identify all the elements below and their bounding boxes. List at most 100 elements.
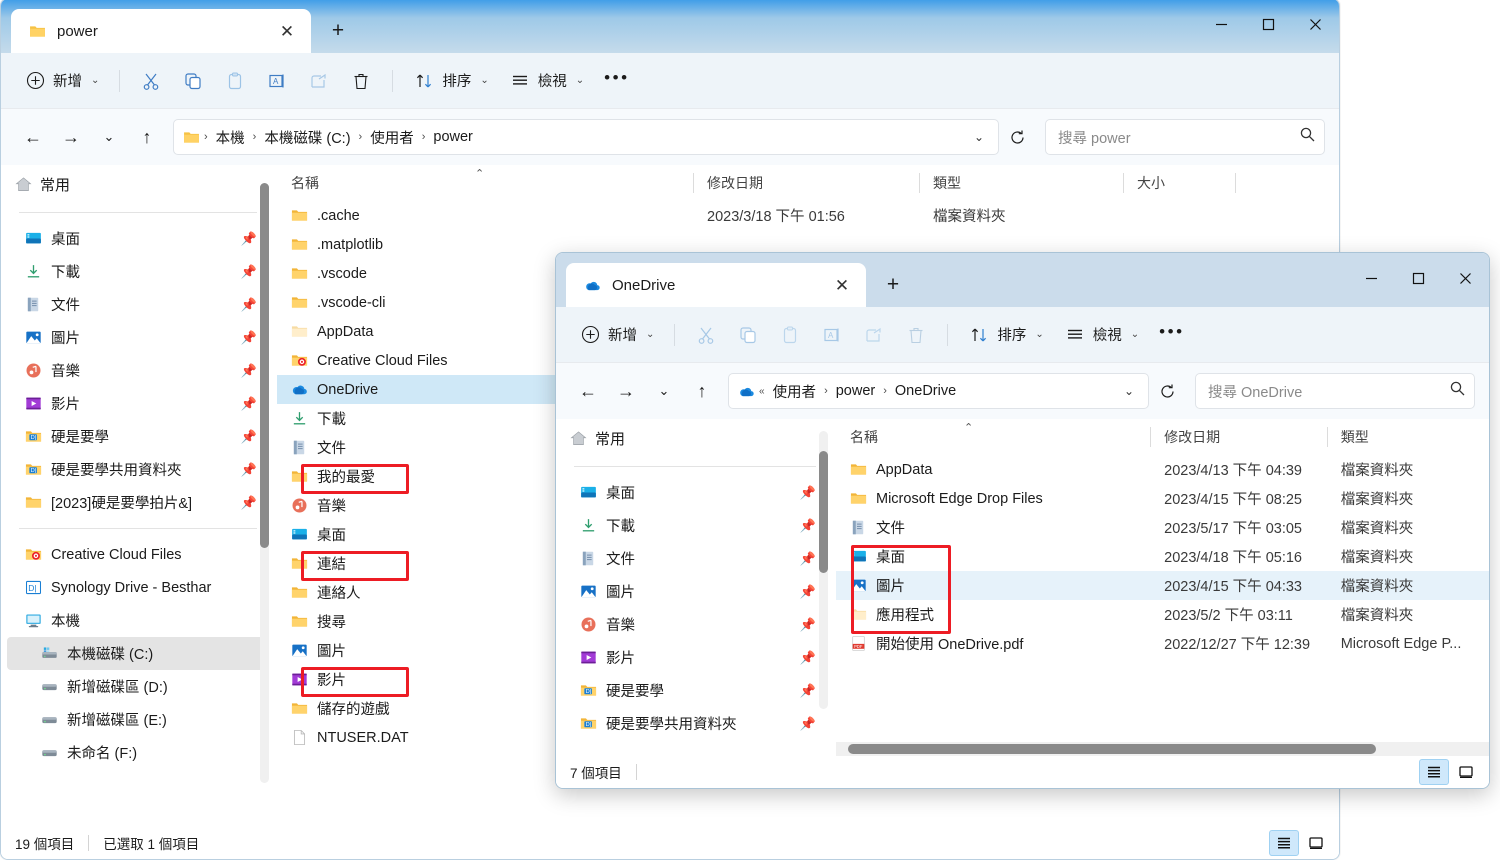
- window2-file-list-pane[interactable]: 名稱 ⌃ 修改日期 類型 AppData2023/4/13 下午 04:39檔案…: [836, 419, 1489, 756]
- window1-address-row[interactable]: ← → ⌄ ↑ › 本機 › 本機磁碟 (C:) › 使用者 › power ⌄: [1, 109, 1339, 165]
- window1-row-name[interactable]: .cache: [277, 207, 693, 224]
- window1-copy-button[interactable]: [173, 63, 213, 99]
- window1-preview-pane-button[interactable]: [1301, 830, 1331, 856]
- table-row[interactable]: Microsoft Edge Drop Files2023/4/15 下午 08…: [836, 484, 1489, 513]
- window2-sidebar-item-pinned-0[interactable]: 桌面📌: [562, 476, 828, 509]
- window1-new-button[interactable]: 新增 ⌄: [15, 63, 108, 99]
- window2-new-button[interactable]: 新增 ⌄: [570, 317, 663, 353]
- pin-icon[interactable]: 📌: [241, 231, 257, 247]
- window2-search-box[interactable]: 搜尋 OneDrive: [1195, 373, 1475, 409]
- window2-forward-button[interactable]: →: [608, 373, 644, 409]
- window1-sidebar-item-others-6[interactable]: 未命名 (F:): [7, 736, 269, 769]
- breadcrumb-item-1[interactable]: 本機磁碟 (C:): [260, 125, 354, 150]
- window2-recent-button[interactable]: ⌄: [646, 373, 682, 409]
- breadcrumb-item-0[interactable]: 使用者: [769, 379, 821, 404]
- window2-view-toggle[interactable]: [1419, 759, 1481, 785]
- window1-sidebar-item-others-0[interactable]: Creative Cloud Files: [7, 538, 269, 571]
- window2-row-name[interactable]: 圖片: [836, 575, 1150, 596]
- window2-column-date[interactable]: 修改日期: [1150, 419, 1327, 455]
- breadcrumb-item-3[interactable]: power: [429, 127, 477, 147]
- window1-search-input[interactable]: 搜尋 power: [1058, 127, 1299, 148]
- window2-row-name[interactable]: PDF開始使用 OneDrive.pdf: [836, 633, 1150, 654]
- pin-icon[interactable]: 📌: [241, 264, 257, 280]
- pin-icon[interactable]: 📌: [241, 330, 257, 346]
- window1-minimize-button[interactable]: [1198, 0, 1245, 49]
- window2-sidebar-item-pinned-5[interactable]: 影片📌: [562, 641, 828, 674]
- window1-sidebar-item-others-1[interactable]: D|Synology Drive - Besthar: [7, 571, 269, 604]
- window2-titlebar[interactable]: OneDrive ✕ +: [556, 253, 1489, 307]
- window1-sidebar-item-others-2[interactable]: 本機: [7, 604, 269, 637]
- window1-view-button[interactable]: 檢視 ⌄: [500, 63, 593, 99]
- pin-icon[interactable]: 📌: [241, 363, 257, 379]
- window1-toolbar[interactable]: 新增 ⌄ A: [1, 53, 1339, 109]
- window2-sidebar-item-pinned-2[interactable]: 文件📌: [562, 542, 828, 575]
- window1-sidebar-item-pinned-5[interactable]: 影片📌: [7, 387, 269, 420]
- window2-up-button[interactable]: ↑: [684, 373, 720, 409]
- window2-sidebar-item-pinned-7[interactable]: D|硬是要學共用資料夾📌: [562, 707, 828, 740]
- breadcrumb-item-0[interactable]: 本機: [212, 125, 249, 150]
- table-row[interactable]: AppData2023/4/13 下午 04:39檔案資料夾: [836, 455, 1489, 484]
- pin-icon[interactable]: 📌: [241, 462, 257, 478]
- window2-new-tab-button[interactable]: +: [874, 266, 912, 304]
- window2-sort-button[interactable]: 排序 ⌄: [959, 317, 1052, 353]
- window1-navigation-pane[interactable]: 常用 桌面📌下載📌文件📌圖片📌音樂📌影片📌D|硬是要學📌D|硬是要學共用資料夾📌…: [1, 165, 277, 827]
- window1-column-size[interactable]: 大小: [1123, 165, 1235, 201]
- window2-search-input[interactable]: 搜尋 OneDrive: [1208, 381, 1449, 402]
- window1-delete-button[interactable]: [341, 63, 381, 99]
- window1-sidebar-item-pinned-2[interactable]: 文件📌: [7, 288, 269, 321]
- window2-back-button[interactable]: ←: [570, 373, 606, 409]
- window2-row-name[interactable]: Microsoft Edge Drop Files: [836, 490, 1150, 507]
- window1-sidebar-item-pinned-6[interactable]: D|硬是要學📌: [7, 420, 269, 453]
- table-row[interactable]: 桌面2023/4/18 下午 05:16檔案資料夾: [836, 542, 1489, 571]
- window2-horizontal-scrollbar[interactable]: [836, 742, 1489, 756]
- table-row[interactable]: .cache2023/3/18 下午 01:56檔案資料夾: [277, 201, 1339, 230]
- pin-icon[interactable]: 📌: [800, 485, 816, 501]
- pin-icon[interactable]: 📌: [800, 683, 816, 699]
- window1-sidebar-item-pinned-7[interactable]: D|硬是要學共用資料夾📌: [7, 453, 269, 486]
- window1-forward-button[interactable]: →: [53, 119, 89, 155]
- table-row[interactable]: 應用程式2023/5/2 下午 03:11檔案資料夾: [836, 600, 1489, 629]
- window2-row-name[interactable]: 應用程式: [836, 604, 1150, 625]
- table-row[interactable]: PDF開始使用 OneDrive.pdf2022/12/27 下午 12:39M…: [836, 629, 1489, 658]
- pin-icon[interactable]: 📌: [241, 495, 257, 511]
- window2-address-bar[interactable]: « 使用者 › power › OneDrive ⌄: [728, 373, 1149, 409]
- window2-minimize-button[interactable]: [1348, 253, 1395, 303]
- window1-nav-scrollbar[interactable]: [260, 183, 269, 783]
- window1-sidebar-item-home[interactable]: 常用: [1, 165, 277, 203]
- window1-recent-button[interactable]: ⌄: [91, 119, 127, 155]
- window2-row-name[interactable]: 文件: [836, 517, 1150, 538]
- window1-sidebar-item-others-5[interactable]: 新增磁碟區 (E:): [7, 703, 269, 736]
- window2-sidebar-item-pinned-3[interactable]: 圖片📌: [562, 575, 828, 608]
- pin-icon[interactable]: 📌: [800, 650, 816, 666]
- window2-share-button[interactable]: [854, 317, 894, 353]
- window2-breadcrumb[interactable]: « 使用者 › power › OneDrive: [759, 379, 1110, 404]
- window2-close-button[interactable]: [1442, 253, 1489, 303]
- breadcrumb-item-2[interactable]: 使用者: [366, 125, 418, 150]
- window2-sidebar-item-pinned-6[interactable]: D|硬是要學📌: [562, 674, 828, 707]
- window1-sidebar-item-pinned-0[interactable]: 桌面📌: [7, 222, 269, 255]
- window2-maximize-button[interactable]: [1395, 253, 1442, 303]
- window2-column-type[interactable]: 類型: [1327, 419, 1489, 455]
- explorer-window-onedrive[interactable]: OneDrive ✕ +: [555, 252, 1490, 789]
- window1-address-dropdown-icon[interactable]: ⌄: [964, 122, 994, 152]
- window1-row-name[interactable]: .matplotlib: [277, 236, 693, 253]
- pin-icon[interactable]: 📌: [800, 518, 816, 534]
- window2-horizontal-scrollbar-thumb[interactable]: [848, 744, 1376, 754]
- window2-paste-button[interactable]: [770, 317, 810, 353]
- window1-back-button[interactable]: ←: [15, 119, 51, 155]
- pin-icon[interactable]: 📌: [800, 584, 816, 600]
- window1-column-name[interactable]: 名稱 ⌃: [277, 165, 693, 201]
- window1-sidebar-item-others-4[interactable]: 新增磁碟區 (D:): [7, 670, 269, 703]
- window2-preview-pane-button[interactable]: [1451, 759, 1481, 785]
- window1-search-box[interactable]: 搜尋 power: [1045, 119, 1325, 155]
- window2-address-row[interactable]: ← → ⌄ ↑ « 使用者 › power › OneDrive ⌄: [556, 363, 1489, 419]
- pin-icon[interactable]: 📌: [800, 617, 816, 633]
- window1-new-tab-button[interactable]: +: [319, 12, 357, 50]
- window1-rename-button[interactable]: A: [257, 63, 297, 99]
- table-row[interactable]: 圖片2023/4/15 下午 04:33檔案資料夾: [836, 571, 1489, 600]
- window2-tab-close-icon[interactable]: ✕: [828, 271, 856, 299]
- window2-row-name[interactable]: 桌面: [836, 546, 1150, 567]
- window2-column-headers[interactable]: 名稱 ⌃ 修改日期 類型: [836, 419, 1489, 455]
- window1-breadcrumb[interactable]: › 本機 › 本機磁碟 (C:) › 使用者 › power: [204, 125, 960, 150]
- window2-details-view-button[interactable]: [1419, 759, 1449, 785]
